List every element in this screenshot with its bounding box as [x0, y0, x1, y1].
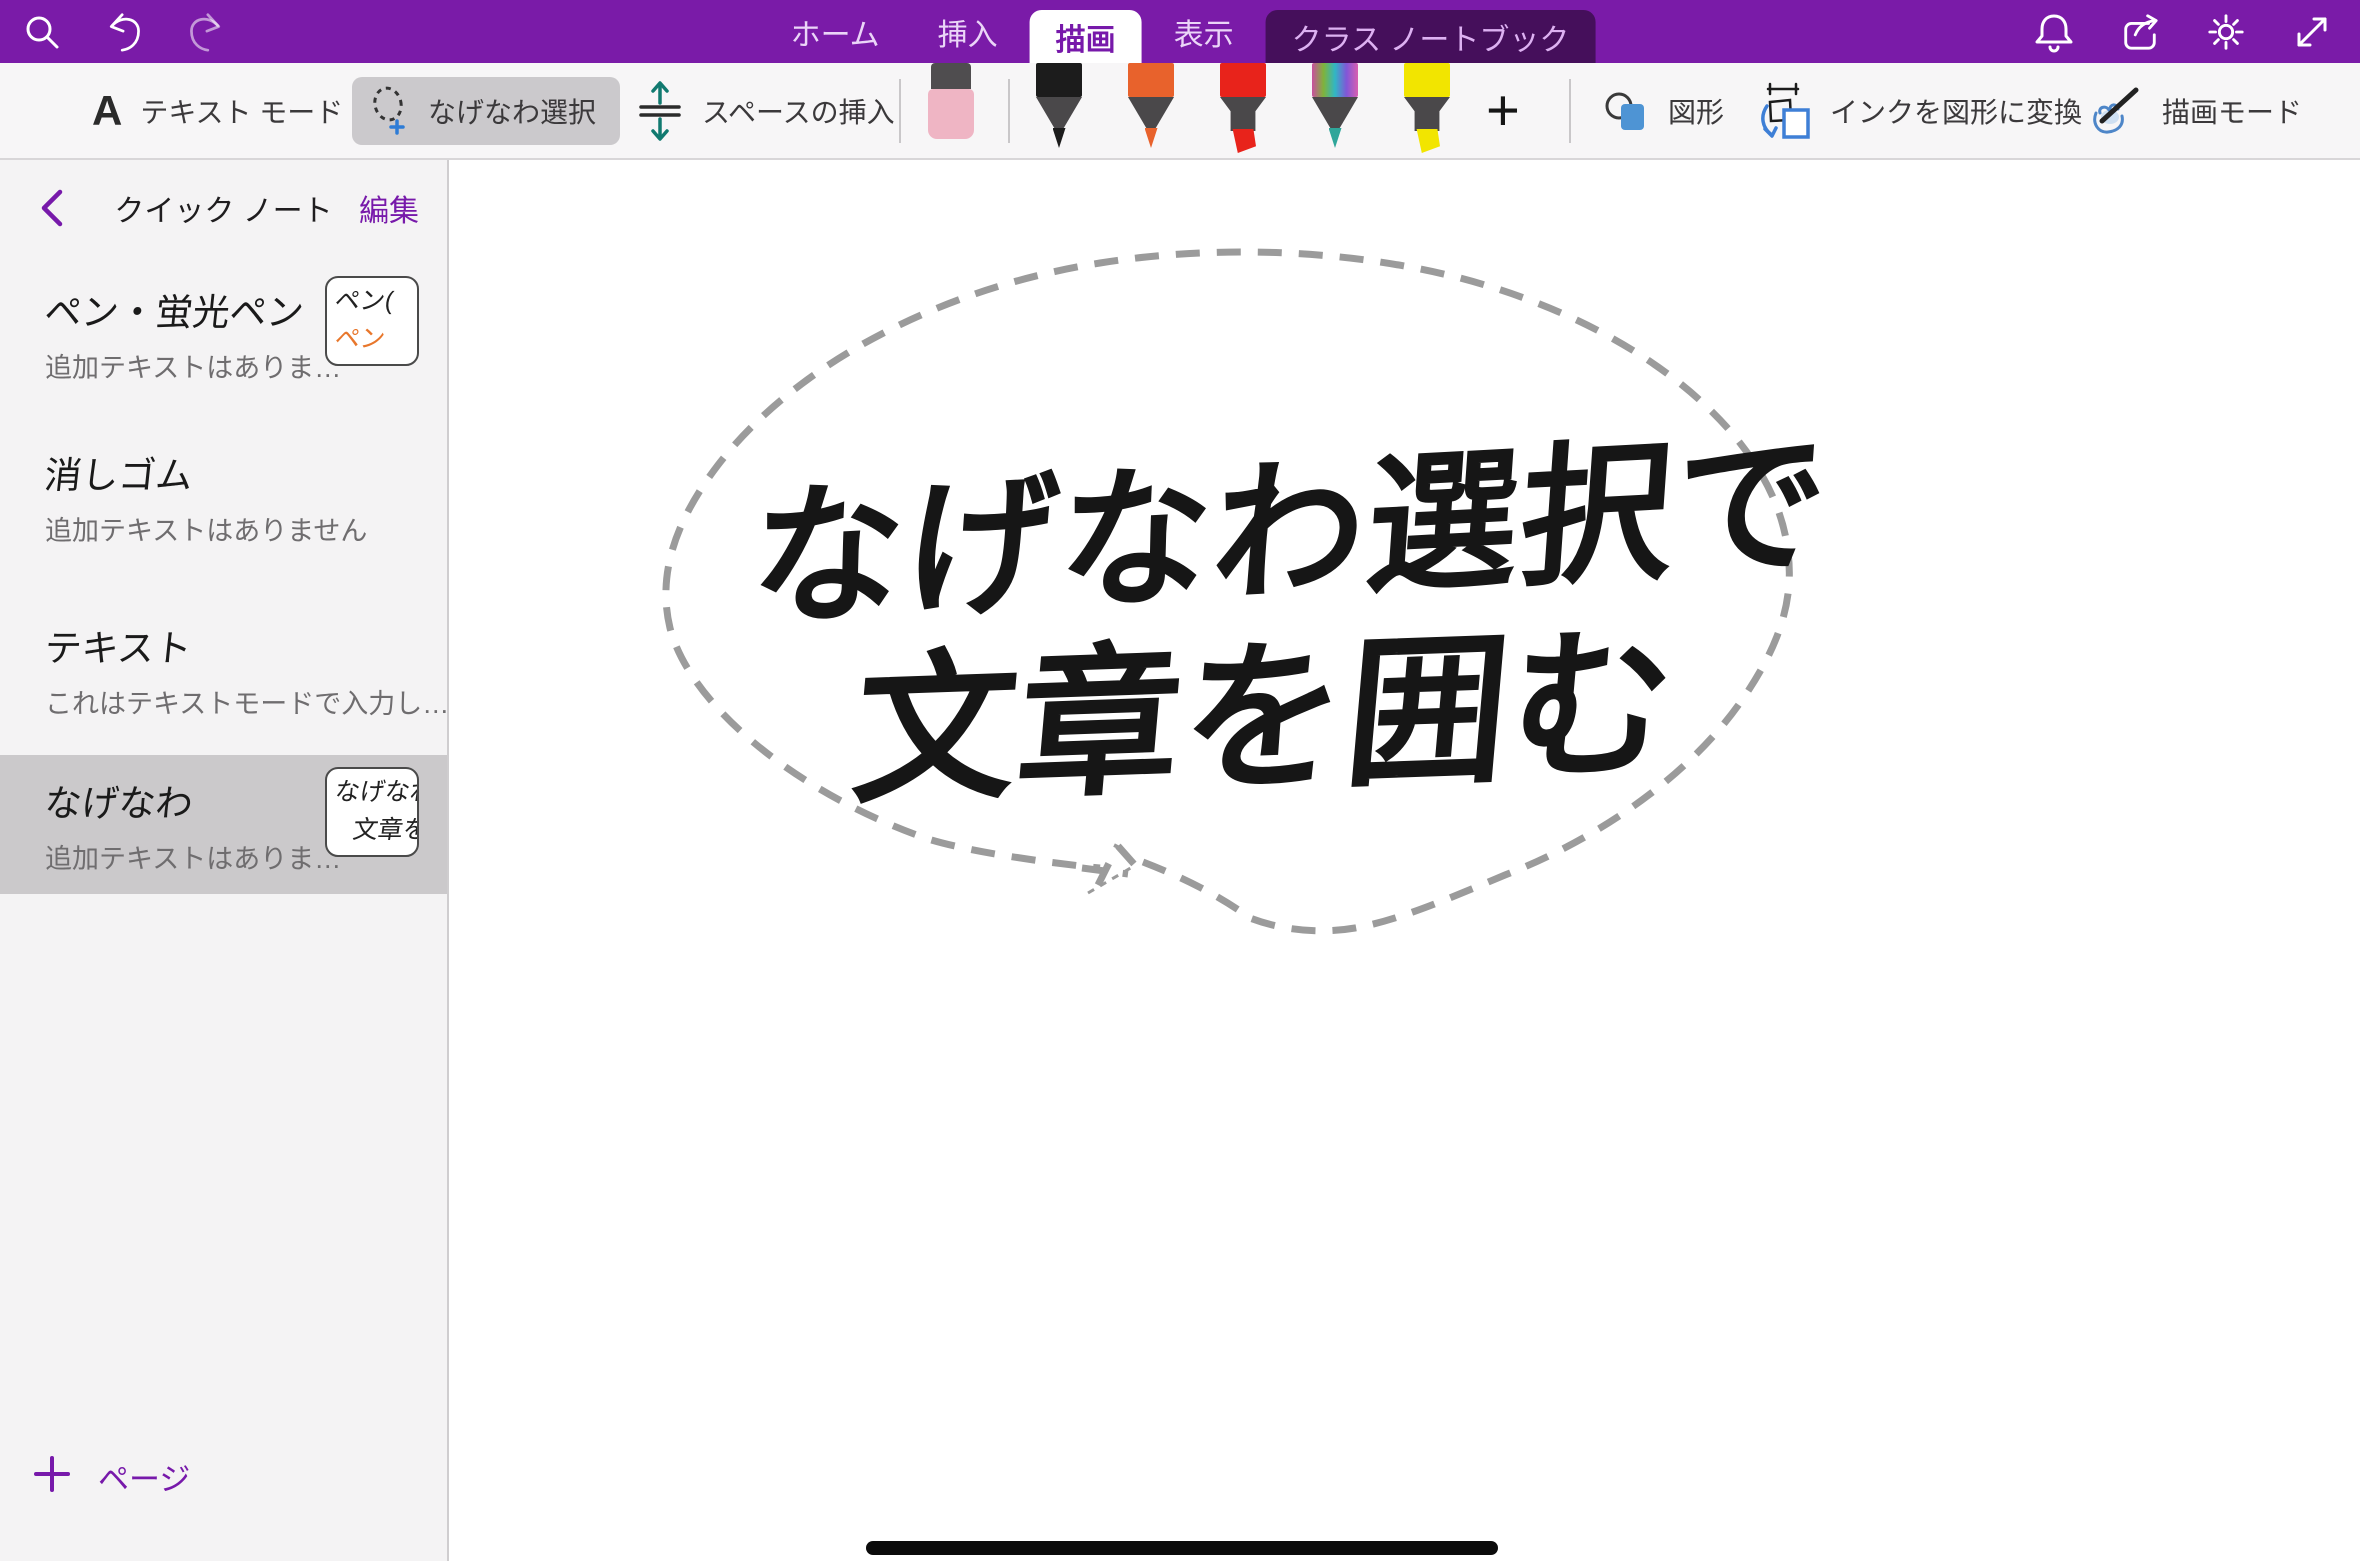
shapes-button[interactable]: 図形: [1602, 88, 1724, 134]
notifications-icon[interactable]: [2034, 12, 2074, 52]
drawing-canvas[interactable]: [451, 160, 2360, 1561]
edit-button[interactable]: 編集: [359, 186, 419, 230]
note-subtitle: 追加テキストはありま…: [45, 837, 307, 876]
note-title: テキスト: [42, 618, 310, 672]
page-list-sidebar: クイック ノート 編集 ペン・蛍光ペン 追加テキストはありま… ペン( ペン 消…: [0, 160, 449, 1561]
note-thumbnail: なげなわ 文章を: [325, 767, 419, 857]
fullscreen-icon[interactable]: [2292, 12, 2332, 52]
note-title: ペン・蛍光ペン: [42, 282, 310, 336]
tab-view[interactable]: 表示: [1148, 0, 1260, 63]
draw-mode-icon: [2088, 83, 2144, 139]
note-subtitle: これはテキストモードで入力し…: [45, 682, 307, 721]
top-app-bar: ホーム 挿入 描画 表示 クラス ノートブック: [0, 0, 2360, 63]
note-thumbnail: ペン( ペン: [325, 276, 419, 366]
tab-class-notebook[interactable]: クラス ノートブック: [1266, 10, 1596, 63]
orange-pen[interactable]: [1128, 63, 1174, 148]
note-item-pen-highlighter[interactable]: ペン・蛍光ペン 追加テキストはありま… ペン( ペン: [0, 264, 447, 403]
undo-icon[interactable]: [104, 12, 144, 52]
note-title: なげなわ: [42, 773, 310, 827]
rainbow-pen[interactable]: [1312, 63, 1358, 148]
lasso-icon: [366, 84, 414, 138]
draw-mode-button[interactable]: 描画モード: [2088, 83, 2302, 139]
eraser-tool[interactable]: [928, 63, 974, 139]
toolbar-divider: [899, 79, 901, 143]
insert-space-icon: [636, 79, 684, 143]
insert-space-label: スペースの挿入: [702, 91, 895, 131]
yellow-highlighter[interactable]: [1404, 63, 1450, 153]
ribbon-tabs: ホーム 挿入 描画 表示 クラス ノートブック: [765, 0, 1596, 63]
redo-icon[interactable]: [186, 12, 226, 52]
page-list: ペン・蛍光ペン 追加テキストはありま… ペン( ペン 消しゴム 追加テキストはあ…: [0, 264, 447, 894]
add-icon: [32, 1454, 72, 1499]
draw-mode-label: 描画モード: [2162, 91, 2302, 131]
toolbar-divider: [1008, 79, 1010, 143]
draw-toolbar: A テキスト モード なげなわ選択 スペースの挿入: [0, 63, 2360, 160]
lasso-select-label: なげなわ選択: [428, 91, 596, 131]
text-mode-icon: A: [92, 87, 122, 135]
tab-insert[interactable]: 挿入: [912, 0, 1024, 63]
shapes-label: 図形: [1668, 91, 1724, 131]
ink-to-shape-button[interactable]: インクを図形に変換: [1758, 82, 2082, 140]
red-highlighter[interactable]: [1220, 63, 1266, 153]
settings-icon[interactable]: [2206, 12, 2246, 52]
sidebar-header: クイック ノート 編集: [0, 160, 447, 256]
add-pen-button[interactable]: +: [1486, 82, 1520, 140]
share-icon[interactable]: [2120, 12, 2160, 52]
home-indicator[interactable]: [866, 1541, 1498, 1555]
handwritten-ink-line: 文章を囲む: [846, 571, 1686, 835]
tab-draw[interactable]: 描画: [1030, 10, 1142, 63]
note-item-text[interactable]: テキスト これはテキストモードで入力し…: [0, 600, 447, 739]
ink-to-shape-icon: [1758, 82, 1812, 140]
pen-tray: [1036, 63, 1450, 153]
note-item-lasso[interactable]: なげなわ 追加テキストはありま… なげなわ 文章を: [0, 755, 447, 894]
insert-space-button[interactable]: スペースの挿入: [636, 79, 895, 143]
text-mode-button[interactable]: A テキスト モード: [92, 87, 343, 135]
top-bar-right-icons: [2034, 0, 2332, 63]
note-subtitle: 追加テキストはありま…: [45, 346, 307, 385]
back-chevron-icon[interactable]: [34, 186, 70, 230]
text-mode-label: テキスト モード: [140, 91, 343, 131]
note-title: 消しゴム: [42, 445, 310, 499]
add-page-button[interactable]: ページ: [32, 1454, 190, 1499]
note-subtitle: 追加テキストはありません: [45, 509, 307, 548]
search-icon[interactable]: [22, 12, 62, 52]
lasso-select-button[interactable]: なげなわ選択: [352, 77, 620, 145]
shapes-icon: [1602, 88, 1650, 134]
top-bar-left-icons: [22, 0, 226, 63]
note-item-eraser[interactable]: 消しゴム 追加テキストはありません: [0, 427, 447, 566]
tab-home[interactable]: ホーム: [765, 0, 906, 63]
ink-to-shape-label: インクを図形に変換: [1830, 91, 2082, 131]
toolbar-divider: [1569, 79, 1571, 143]
black-pen[interactable]: [1036, 63, 1082, 148]
add-page-label: ページ: [98, 1454, 190, 1499]
